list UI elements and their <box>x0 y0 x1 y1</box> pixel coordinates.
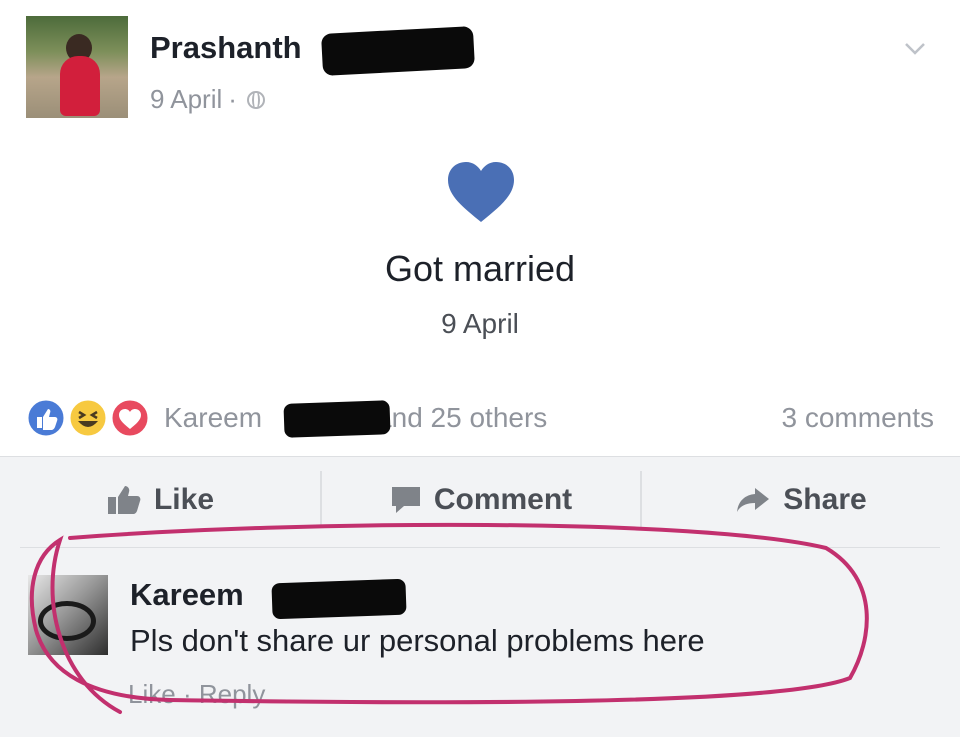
comment-button-label: Comment <box>433 483 573 516</box>
post-meta: 9 April · <box>150 84 265 115</box>
post-header: Prashanth 9 April · <box>0 0 960 140</box>
meta-separator: · <box>228 84 237 114</box>
redaction-bar <box>283 400 391 438</box>
like-button[interactable]: Like <box>0 457 320 543</box>
like-reaction-icon <box>25 397 67 439</box>
author-name[interactable]: Prashanth <box>150 30 302 66</box>
avatar-bike <box>38 601 96 641</box>
post-date[interactable]: 9 April <box>150 84 222 115</box>
share-button[interactable]: Share <box>642 457 960 543</box>
reaction-name: Kareem <box>164 402 263 433</box>
like-button-label: Like <box>153 483 215 516</box>
globe-icon <box>246 90 265 109</box>
redaction-bar <box>271 578 407 620</box>
commenter-avatar[interactable] <box>28 575 108 655</box>
comment-button[interactable]: Comment <box>322 457 640 543</box>
comment-actions-separator: · <box>182 679 192 709</box>
reaction-icons[interactable] <box>24 396 154 440</box>
life-event-title: Got married <box>384 248 576 289</box>
share-arrow-icon <box>737 488 770 512</box>
life-event-date: 9 April <box>441 308 519 339</box>
action-area: Like Comment Share Kareem Pls don't shar… <box>0 456 960 737</box>
avatar-body <box>60 56 100 116</box>
author-avatar[interactable] <box>26 16 128 118</box>
reaction-suffix: and 25 others <box>376 402 548 433</box>
action-bar: Like Comment Share <box>0 457 960 543</box>
share-button-label: Share <box>783 483 867 516</box>
comment-icon <box>391 487 420 513</box>
life-event-card[interactable]: Got married 9 April <box>0 150 960 350</box>
comment-like-link[interactable]: Like <box>128 679 176 710</box>
comment-actions: Like · Reply <box>128 679 265 710</box>
chevron-down-icon[interactable] <box>904 38 926 60</box>
comment-reply-link[interactable]: Reply <box>199 679 265 710</box>
section-divider <box>20 547 940 548</box>
heart-icon <box>448 162 514 222</box>
thumbs-up-icon <box>107 486 141 514</box>
redaction-bar <box>321 26 475 76</box>
haha-reaction-icon <box>67 397 109 439</box>
comments-count[interactable]: 3 comments <box>782 402 935 434</box>
reactions-bar: Kareem and 25 others 3 comments <box>0 390 960 450</box>
comment-author[interactable]: Kareem <box>130 577 244 613</box>
comment-text: Pls don't share ur personal problems her… <box>130 623 705 658</box>
love-reaction-icon <box>109 397 151 439</box>
